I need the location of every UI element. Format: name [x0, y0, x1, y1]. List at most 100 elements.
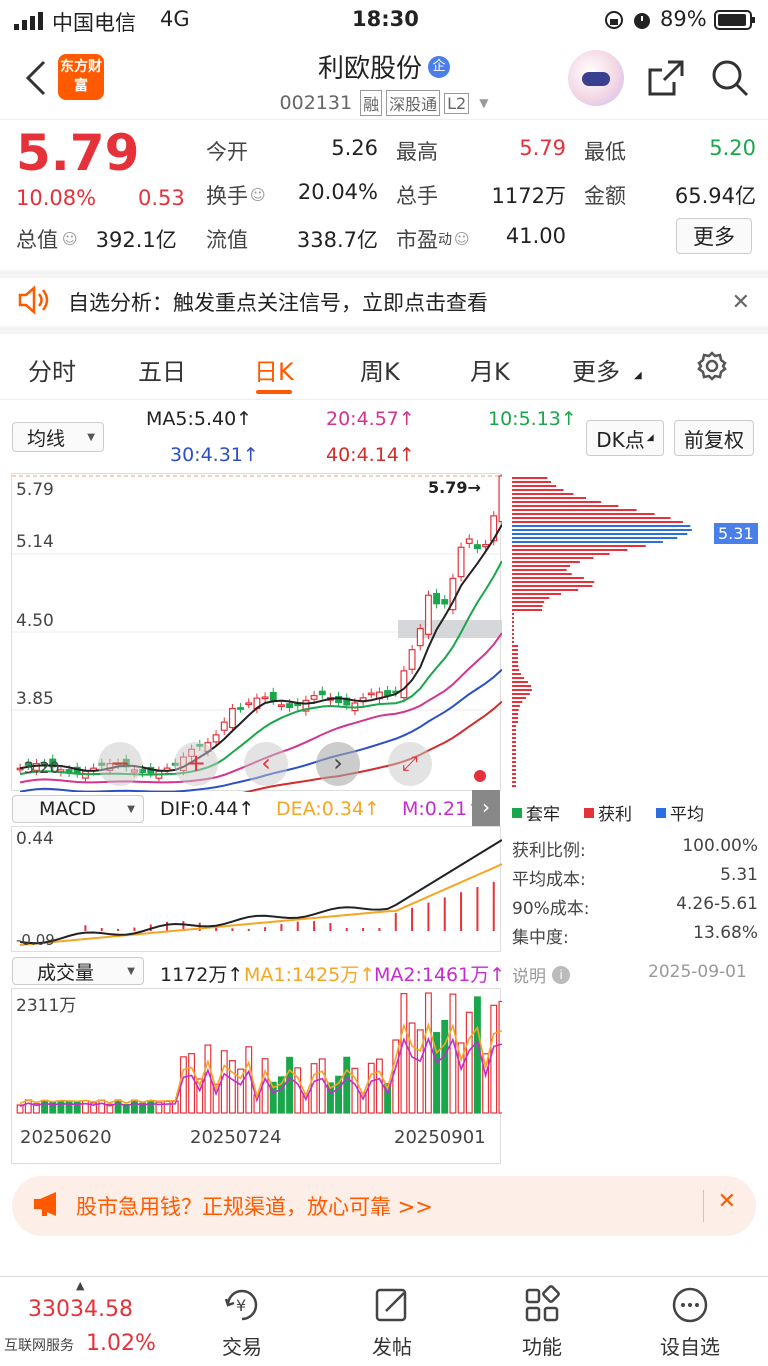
chip-bar — [512, 605, 543, 607]
volume-bar — [220, 1050, 228, 1114]
macd-histogram-bar — [427, 902, 430, 931]
low-value: 5.20 — [709, 136, 756, 160]
robot-avatar[interactable] — [568, 50, 624, 106]
tab-five-day[interactable]: 五日 — [138, 352, 186, 387]
signal-icon — [14, 11, 44, 35]
notice-bar[interactable]: 自选分析：触发重点关注信号，立即点击查看 ✕ — [0, 270, 768, 334]
expand-arrow-button[interactable]: › — [472, 790, 500, 826]
macd-histogram-bar — [476, 887, 479, 931]
macd-histogram-bar — [313, 921, 316, 931]
next-button[interactable]: › — [316, 742, 360, 786]
share-icon[interactable] — [646, 58, 686, 102]
chip-distribution[interactable]: 5.31 — [510, 473, 758, 791]
chip-bar — [512, 757, 516, 759]
search-icon[interactable] — [710, 58, 750, 102]
more-button[interactable]: 更多 — [676, 218, 752, 254]
info-icon[interactable]: i — [552, 965, 570, 984]
index-value[interactable]: 33034.58 — [28, 1297, 133, 1322]
dropdown-icon[interactable]: ▼ — [479, 96, 488, 110]
chevron-down-icon: ▼ — [127, 965, 135, 977]
candle-body — [277, 704, 285, 707]
chip-bar — [512, 665, 519, 667]
volume-top-label: 2311万 — [16, 996, 77, 1016]
nav-functions[interactable]: 功能 — [492, 1285, 592, 1360]
tab-intraday[interactable]: 分时 — [28, 352, 76, 387]
macd-histogram-bar — [443, 897, 446, 931]
close-icon[interactable]: ✕ — [718, 1189, 736, 1214]
macd-histogram-bar — [296, 921, 299, 931]
macd-top-label: 0.44 — [16, 829, 54, 849]
chip-bar — [512, 645, 519, 647]
nav-post[interactable]: 发帖 — [342, 1285, 442, 1360]
trade-icon: ¥ — [224, 1289, 258, 1321]
chip-bar — [512, 777, 516, 779]
nav-trade[interactable]: ¥ 交易 — [192, 1285, 292, 1360]
nav-watchlist[interactable]: 设自选 — [640, 1285, 740, 1360]
macd-chart[interactable]: 0.44 -0.09 — [11, 826, 502, 952]
open-value: 5.26 — [331, 136, 378, 160]
chip-bar — [512, 697, 526, 699]
volume-select[interactable]: 成交量 ▼ — [12, 957, 144, 985]
macd-select[interactable]: MACD ▼ — [12, 795, 144, 823]
explain-link[interactable]: 说明 — [512, 962, 546, 987]
ma10-label: 10:5.13↑ — [488, 408, 577, 430]
zoom-out-button[interactable]: − — [98, 742, 142, 786]
candle-body — [424, 594, 432, 635]
fullscreen-button[interactable]: ⤢ — [388, 742, 432, 786]
chip-footer: 说明 i — [512, 962, 570, 987]
chip-bar — [512, 589, 579, 591]
macd-select-label: MACD — [39, 798, 96, 820]
date-label-2: 20250724 — [190, 1127, 282, 1148]
candle-body — [482, 544, 490, 548]
volume-chart[interactable]: 2311万 20250620 20250724 20250901 — [11, 988, 502, 1164]
prev-button[interactable]: ‹ — [244, 742, 288, 786]
chip-bar — [512, 689, 532, 691]
volume-bar — [286, 1056, 294, 1114]
pe-value: 41.00 — [505, 224, 566, 248]
volume-bar — [498, 1000, 502, 1114]
y-label-2: 5.14 — [16, 532, 54, 552]
chip-bar — [512, 489, 564, 491]
chip-bar — [512, 661, 519, 663]
y-label-4: 3.85 — [16, 689, 54, 709]
dif-label: DIF:0.44↑ — [160, 798, 255, 820]
price-adjust-button[interactable]: 前复权 — [674, 420, 754, 456]
active-tab-indicator — [256, 390, 292, 394]
volume-bar — [130, 1099, 138, 1114]
divider — [703, 1190, 704, 1222]
macd-histogram-bar — [378, 928, 381, 931]
candle-body — [441, 599, 449, 605]
stock-code: 002131 — [279, 92, 353, 114]
indicator-select[interactable]: 均线 ▼ — [12, 422, 104, 452]
chip-bar — [512, 749, 516, 751]
macd-histogram-bar — [264, 927, 267, 931]
price-marker: 5.79→ — [428, 478, 481, 497]
nav-trade-label: 交易 — [222, 1335, 262, 1359]
tab-more[interactable]: 更多 — [572, 352, 620, 387]
info-icon[interactable]: ☺ — [250, 186, 266, 204]
speaker-icon — [16, 285, 50, 319]
info-icon[interactable]: ☺ — [62, 230, 78, 248]
candle-body — [310, 695, 318, 700]
zoom-in-button[interactable]: + — [174, 742, 218, 786]
ad-banner[interactable]: 股市急用钱？正规渠道，放心可靠 >> ✕ — [12, 1176, 756, 1236]
low-label: 最低 — [584, 140, 626, 164]
ma30-label: 30:4.31↑ — [170, 444, 259, 466]
chip-bar — [512, 629, 514, 631]
dk-point-button[interactable]: DK点 ◢ — [586, 420, 664, 456]
tab-weekly-k[interactable]: 周K — [360, 352, 400, 387]
chip-bar — [512, 769, 516, 771]
volume-bar — [81, 1100, 89, 1114]
chip-bar — [512, 669, 520, 671]
close-icon[interactable]: ✕ — [732, 290, 750, 315]
tab-monthly-k[interactable]: 月K — [470, 352, 510, 387]
macd-histogram-bar — [247, 928, 250, 931]
realtime-dot — [474, 770, 486, 782]
tab-daily-k[interactable]: 日K — [254, 352, 294, 387]
candle-body — [465, 538, 473, 544]
chip-stat-row: 90%成本: 4.26-5.61 — [512, 894, 758, 923]
settings-icon[interactable] — [696, 350, 728, 386]
chip-bar — [512, 717, 519, 719]
kline-chart[interactable]: 5.79 5.14 4.50 3.85 3.20 5.79→ − + ‹ › ⤢ — [11, 473, 502, 792]
battery-icon — [714, 10, 756, 35]
